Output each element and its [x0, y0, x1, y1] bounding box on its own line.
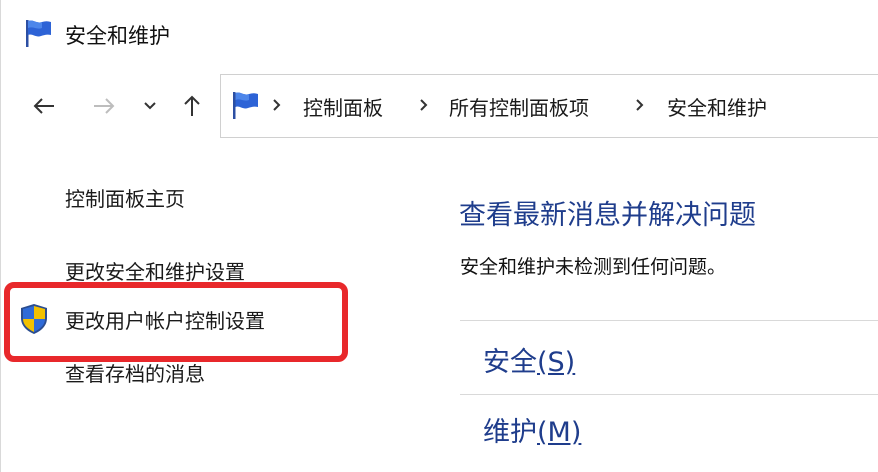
change-security-settings-link[interactable]: 更改安全和维护设置 [65, 256, 245, 285]
security-section-header[interactable]: 安全(S) [483, 340, 575, 379]
breadcrumb-all-items[interactable]: 所有控制面板项 [449, 92, 589, 121]
security-maintenance-window: 安全和维护 控制面板 所有控制面板项 安全和维护 控制面板主页 更改安全和维护设… [0, 0, 878, 472]
up-button[interactable] [175, 88, 209, 124]
security-section-label: 安全 [483, 347, 537, 378]
view-archived-messages-link[interactable]: 查看存档的消息 [65, 358, 205, 387]
navigation-bar: 控制面板 所有控制面板项 安全和维护 [1, 74, 878, 138]
maintenance-section-label: 维护 [483, 417, 537, 448]
address-bar[interactable]: 控制面板 所有控制面板项 安全和维护 [220, 74, 878, 138]
main-heading: 查看最新消息并解决问题 [459, 200, 756, 231]
recent-locations-button[interactable] [135, 88, 165, 124]
forward-arrow-icon [94, 98, 115, 114]
chevron-right-icon [636, 99, 644, 111]
security-flag-icon [233, 92, 258, 119]
breadcrumb-control-panel[interactable]: 控制面板 [303, 92, 383, 121]
title-bar: 安全和维护 [1, 0, 878, 66]
up-arrow-icon [184, 95, 200, 116]
back-button[interactable] [27, 88, 61, 124]
chevron-down-icon [144, 102, 156, 110]
section-divider [460, 394, 878, 395]
control-panel-home-link[interactable]: 控制面板主页 [65, 183, 185, 212]
chevron-right-icon [273, 99, 281, 111]
status-description: 安全和维护未检测到任何问题。 [460, 256, 727, 278]
window-title: 安全和维护 [65, 24, 170, 48]
breadcrumb-security-maintenance[interactable]: 安全和维护 [667, 92, 767, 121]
section-divider [460, 320, 878, 321]
highlight-box [4, 282, 348, 362]
chevron-right-icon [420, 99, 428, 111]
forward-button[interactable] [87, 88, 121, 124]
maintenance-section-hotkey: (M) [537, 417, 582, 448]
security-section-hotkey: (S) [537, 347, 576, 378]
back-arrow-icon [33, 98, 54, 114]
security-flag-icon [26, 20, 51, 47]
maintenance-section-header[interactable]: 维护(M) [483, 410, 581, 449]
